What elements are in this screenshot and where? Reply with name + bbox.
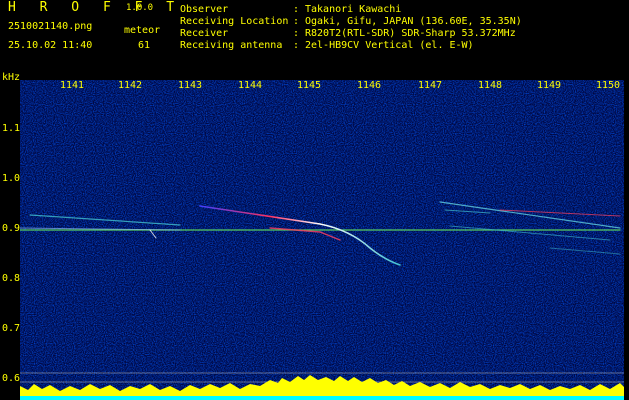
x-tick-label: 1149 xyxy=(537,80,562,91)
app-version: 1.0.0 xyxy=(126,3,154,13)
observer-separator: : xyxy=(293,4,300,15)
receiver-label: Receiver xyxy=(180,28,229,39)
antenna-value: 2el-HB9CV Vertical (el. E-W) xyxy=(305,40,474,51)
x-tick-label: 1146 xyxy=(357,80,382,91)
noise-texture xyxy=(20,80,624,400)
x-tick-label: 1145 xyxy=(297,80,322,91)
x-tick-label: 1150 xyxy=(596,80,621,91)
x-tick-label: 1144 xyxy=(238,80,263,91)
receiver-separator: : xyxy=(293,28,300,39)
receiver-value: R820T2(RTL-SDR) SDR-Sharp 53.372MHz xyxy=(305,28,516,39)
y-axis-unit: kHz xyxy=(2,72,21,83)
spectrogram-canvas xyxy=(20,80,624,400)
spectrogram xyxy=(20,80,624,400)
header-panel: H R O F F T 1.0.0 2510021140.png meteor … xyxy=(0,0,629,80)
signal-baseline xyxy=(20,396,624,400)
x-tick-label: 1143 xyxy=(178,80,203,91)
app-title: H R O F F T xyxy=(8,0,183,15)
location-label: Receiving Location xyxy=(180,16,289,27)
x-tick-label: 1148 xyxy=(478,80,503,91)
meteor-count: 61 xyxy=(138,40,151,51)
x-tick-label: 1141 xyxy=(60,80,85,91)
meteor-label: meteor xyxy=(124,25,161,36)
file-name: 2510021140.png xyxy=(8,21,93,32)
location-separator: : xyxy=(293,16,300,27)
observer-value: Takanori Kawachi xyxy=(305,4,402,15)
observer-label: Observer xyxy=(180,4,229,15)
antenna-label: Receiving antenna xyxy=(180,40,283,51)
y-tick-label: 0.8 xyxy=(2,273,21,284)
x-tick-label: 1142 xyxy=(118,80,143,91)
y-tick-label: 1.0 xyxy=(2,173,21,184)
timestamp: 25.10.02 11:40 xyxy=(8,40,93,51)
y-tick-label: 0.7 xyxy=(2,323,21,334)
y-tick-label: 0.6 xyxy=(2,373,21,384)
antenna-separator: : xyxy=(293,40,300,51)
y-tick-label: 1.1 xyxy=(2,123,21,134)
location-value: Ogaki, Gifu, JAPAN (136.60E, 35.35N) xyxy=(305,16,522,27)
x-tick-label: 1147 xyxy=(418,80,443,91)
y-tick-label: 0.9 xyxy=(2,223,21,234)
